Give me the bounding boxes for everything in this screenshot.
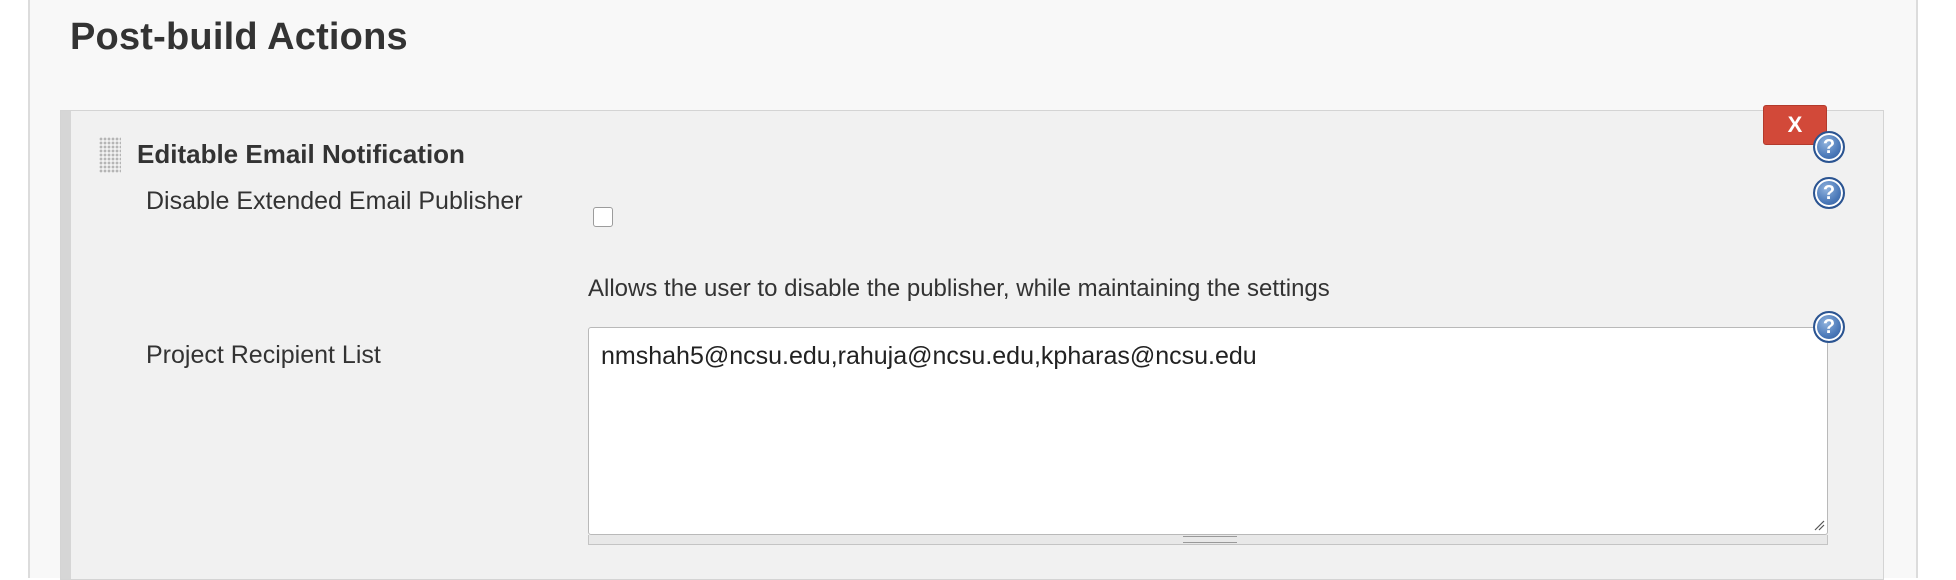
recipient-list-label: Project Recipient List — [146, 341, 381, 369]
resize-corner-icon[interactable] — [1813, 519, 1825, 531]
textarea-resize-handle[interactable] — [588, 535, 1828, 545]
resize-grip-icon — [1183, 536, 1237, 543]
close-icon: X — [1787, 112, 1803, 137]
help-icon-recipients[interactable]: ? — [1813, 311, 1845, 343]
editable-email-notification-block: Editable Email Notification X ? Disable … — [60, 105, 1884, 580]
disable-publisher-description: Allows the user to disable the publisher… — [588, 275, 1330, 302]
drag-handle-icon[interactable] — [99, 137, 121, 173]
help-icon-publisher[interactable]: ? — [1813, 131, 1845, 163]
configuration-panel: Post-build Actions Editable Email Notifi… — [28, 0, 1918, 580]
recipient-list-textarea[interactable]: nmshah5@ncsu.edu,rahuja@ncsu.edu,kpharas… — [588, 327, 1828, 535]
disable-publisher-label: Disable Extended Email Publisher — [146, 187, 523, 215]
help-icon-disable[interactable]: ? — [1813, 177, 1845, 209]
section-title: Post-build Actions — [70, 16, 408, 58]
block-title: Editable Email Notification — [137, 139, 465, 169]
disable-publisher-checkbox[interactable] — [593, 207, 613, 227]
block-left-bar — [61, 111, 71, 579]
